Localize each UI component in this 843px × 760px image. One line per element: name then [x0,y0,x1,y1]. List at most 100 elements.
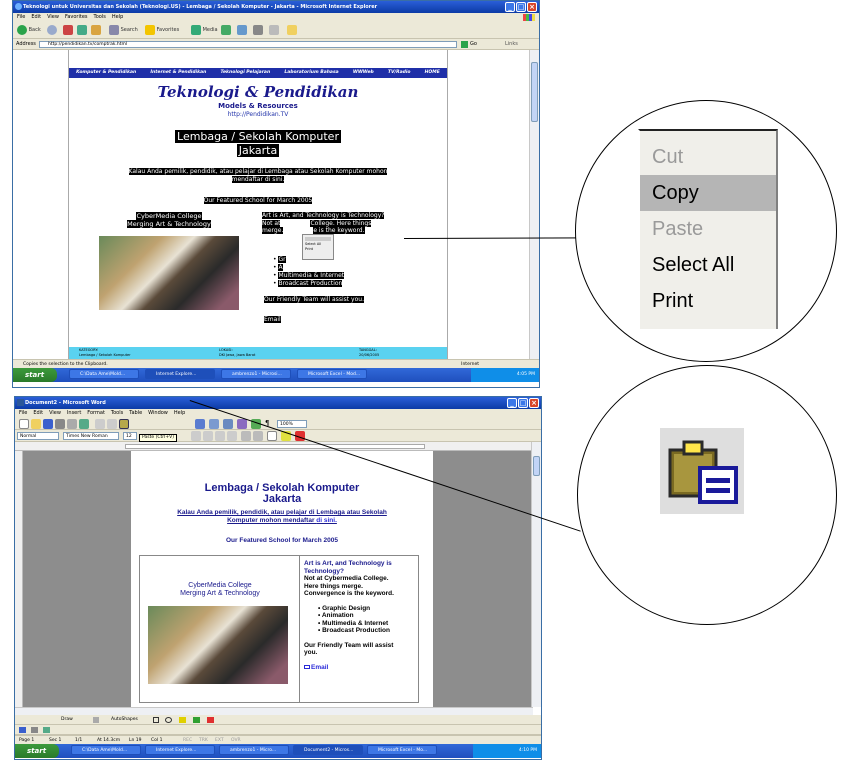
menu-edit[interactable]: Edit [31,13,41,22]
hyperlink-icon[interactable] [195,419,205,429]
zoom-menu-cut[interactable]: Cut [640,139,776,175]
toolbar-icon[interactable] [19,727,26,733]
menu-tools[interactable]: Tools [94,13,106,22]
bullets-icon[interactable] [253,431,263,441]
doc-email-link[interactable]: Email [304,664,418,672]
nav-link[interactable]: Komputer & Pendidikan [76,68,136,78]
numbering-icon[interactable] [241,431,251,441]
ie-scrollbar[interactable] [529,50,539,359]
links-button[interactable]: Links [505,39,518,50]
menu-format[interactable]: Format [87,409,105,418]
ruler[interactable] [15,442,533,451]
history-button[interactable] [221,24,231,36]
taskbar-item[interactable]: Internet Explore... [145,745,215,755]
spelling-icon[interactable] [79,419,89,429]
folder-button[interactable] [287,24,297,36]
menu-insert[interactable]: Insert [67,409,81,418]
border-icon[interactable] [267,431,277,441]
rectangle-icon[interactable] [153,717,159,723]
maximize-icon[interactable]: □ [516,2,526,12]
menu-view[interactable]: View [49,409,61,418]
word-scrollbar[interactable] [531,442,541,707]
close-icon[interactable]: × [529,398,539,408]
taskbar-item[interactable]: C:\Data Ame\Mold... [71,745,141,755]
maximize-icon[interactable]: □ [518,398,528,408]
text-color-icon[interactable] [207,717,214,723]
taskbar-item[interactable]: ambrenzo1 - Microsi... [221,369,291,379]
zoom-menu-paste[interactable]: Paste [640,211,776,247]
taskbar-item[interactable]: Microsoft Excel - Mo... [367,745,437,755]
minimize-icon[interactable]: _ [505,2,515,12]
zoom-menu-copy[interactable]: Copy [640,175,776,211]
zoom-select[interactable]: 100% [277,420,307,428]
align-center-icon[interactable] [203,431,213,441]
start-button[interactable]: start [15,744,59,758]
home-button[interactable] [91,24,101,36]
paste-icon[interactable] [119,419,129,429]
menu-file[interactable]: File [17,13,25,22]
draw-menu[interactable]: Draw [61,715,73,725]
favorites-button[interactable]: Favorites [145,24,179,36]
align-right-icon[interactable] [215,431,225,441]
oval-icon[interactable] [165,717,172,723]
open-icon[interactable] [31,419,41,429]
menu-tools[interactable]: Tools [111,409,123,418]
doc-register-link[interactable]: di sini. [316,517,337,524]
line-color-icon[interactable] [193,717,200,723]
autoshapes-menu[interactable]: AutoShapes [111,715,138,725]
menu-favorites[interactable]: Favorites [65,13,88,22]
toolbar-icon[interactable] [31,727,38,733]
mail-button[interactable] [237,24,247,36]
fill-color-icon[interactable] [179,717,186,723]
go-button[interactable]: Go [470,39,477,50]
menu-table[interactable]: Table [129,409,142,418]
columns-icon[interactable] [223,419,233,429]
print-icon[interactable] [55,419,65,429]
print-button[interactable] [253,24,263,36]
close-icon[interactable]: × [527,2,537,12]
word-hscrollbar[interactable] [15,707,533,715]
style-select[interactable]: Normal [17,432,59,440]
zoom-menu-print[interactable]: Print [640,283,776,319]
nav-link[interactable]: TV/Radio [388,68,411,78]
nav-link[interactable]: WWWeb [353,68,374,78]
new-icon[interactable] [19,419,29,429]
select-arrow-icon[interactable] [93,717,99,723]
save-icon[interactable] [43,419,53,429]
stop-button[interactable] [63,24,73,36]
word-scroll-thumb[interactable] [533,456,540,476]
taskbar-item[interactable]: C:\Data Ame\Mold... [69,369,139,379]
media-button[interactable]: Media [191,24,218,36]
nav-link[interactable]: Internet & Pendidikan [150,68,206,78]
copy-icon[interactable] [107,419,117,429]
menu-view[interactable]: View [47,13,59,22]
site-url-link[interactable]: http://Pendidikan.TV [69,111,447,118]
nav-link[interactable]: Laboratorium Bahasa [284,68,338,78]
menu-help[interactable]: Help [112,13,123,22]
cut-icon[interactable] [95,419,105,429]
preview-icon[interactable] [67,419,77,429]
edit-button[interactable] [269,24,279,36]
zoom-menu-select-all[interactable]: Select All [640,247,776,283]
justify-icon[interactable] [227,431,237,441]
taskbar-item[interactable]: Microsoft Excel - Mod... [297,369,367,379]
nav-link[interactable]: Teknologi Pelajaran [221,68,271,78]
email-link[interactable]: Email [264,316,281,323]
menu-edit[interactable]: Edit [33,409,43,418]
align-left-icon[interactable] [191,431,201,441]
address-input[interactable]: http://pendidikan.tv/comptrak.html [39,41,457,48]
context-item-print[interactable]: Print [305,247,331,252]
taskbar-item[interactable]: Internet Explore... [145,369,215,379]
zoom-paste-button[interactable] [660,428,744,514]
toolbar-icon[interactable] [43,727,50,733]
taskbar-item[interactable]: ambrenzo1 - Micro... [219,745,289,755]
nav-link[interactable]: HOME [425,68,440,78]
refresh-button[interactable] [77,24,87,36]
drawing-icon[interactable] [237,419,247,429]
minimize-icon[interactable]: _ [507,398,517,408]
forward-button[interactable] [47,24,57,36]
taskbar-item[interactable]: Document2 - Micros... [293,745,363,755]
menu-help[interactable]: Help [174,409,185,418]
menu-window[interactable]: Window [148,409,168,418]
scroll-thumb[interactable] [531,62,538,122]
